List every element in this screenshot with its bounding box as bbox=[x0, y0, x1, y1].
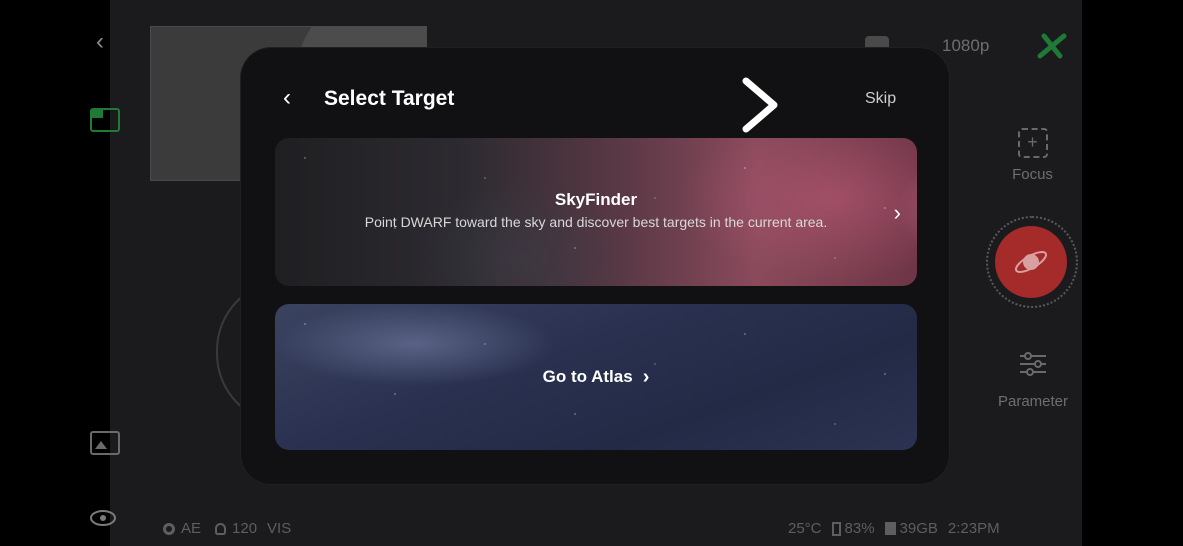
status-bar-left: AE 120 VIS bbox=[163, 520, 291, 537]
parameter-icon bbox=[1020, 352, 1046, 376]
storage-icon bbox=[884, 522, 896, 535]
ae-icon bbox=[163, 522, 175, 535]
storage-value: 39GB bbox=[899, 520, 938, 537]
shutter-icon bbox=[1014, 251, 1048, 273]
skyfinder-card[interactable]: SkyFinder Point DWARF toward the sky and… bbox=[275, 138, 917, 286]
layout-icon[interactable] bbox=[90, 108, 120, 132]
dialog-title: Select Target bbox=[324, 87, 455, 110]
ir-value: 120 bbox=[232, 520, 258, 537]
ir-icon bbox=[215, 522, 227, 535]
skip-button[interactable]: Skip bbox=[865, 90, 896, 108]
battery-icon bbox=[831, 521, 841, 536]
chevron-right-icon: › bbox=[893, 200, 901, 225]
back-icon[interactable]: ‹ bbox=[96, 30, 116, 54]
shutter-button[interactable] bbox=[995, 226, 1067, 298]
ae-label: AE bbox=[181, 520, 202, 537]
eye-icon[interactable] bbox=[89, 509, 117, 527]
back-icon[interactable]: ‹ bbox=[283, 86, 299, 110]
focus-label: Focus bbox=[1012, 166, 1053, 183]
connection-icon[interactable] bbox=[1036, 32, 1068, 60]
atlas-card[interactable]: Go to Atlas › bbox=[275, 304, 917, 450]
resolution-label[interactable]: 1080p bbox=[942, 36, 989, 56]
status-bar-right: 25°C 83% 39GB 2:23PM bbox=[788, 520, 1000, 537]
chevron-right-icon[interactable] bbox=[736, 75, 784, 135]
parameter-button[interactable]: Parameter bbox=[988, 350, 1078, 410]
app-screen: ‹ 1080p + Focus Parameter AE 120 VIS 25°… bbox=[0, 0, 1183, 546]
chevron-right-icon: › bbox=[642, 365, 650, 388]
time-value: 2:23PM bbox=[947, 520, 1000, 537]
mode-label: VIS bbox=[267, 520, 292, 537]
skyfinder-description: Point DWARF toward the sky and discover … bbox=[364, 214, 828, 230]
focus-button[interactable]: + Focus bbox=[1005, 128, 1060, 183]
atlas-label: Go to Atlas bbox=[542, 367, 633, 386]
skyfinder-title: SkyFinder bbox=[554, 190, 638, 209]
gallery-icon[interactable] bbox=[90, 431, 120, 455]
temperature-value: 25°C bbox=[788, 520, 822, 537]
focus-icon: + bbox=[1017, 128, 1048, 158]
parameter-label: Parameter bbox=[997, 393, 1069, 410]
battery-value: 83% bbox=[844, 520, 875, 537]
